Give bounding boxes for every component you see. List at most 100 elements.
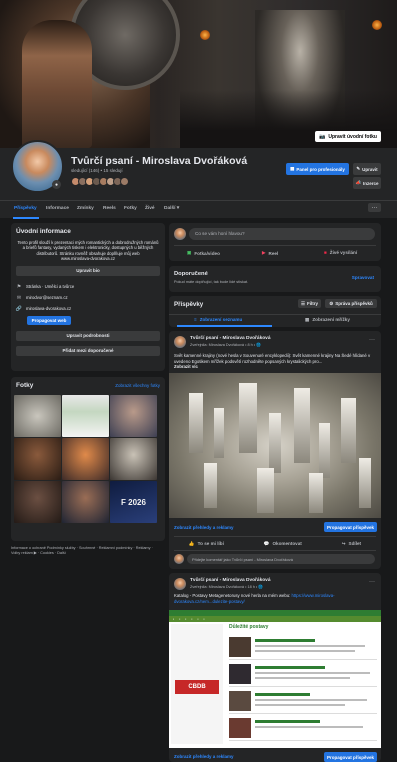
post-options-button[interactable]: ··· xyxy=(369,337,375,343)
intro-website-row: 🔗 miroslava-dvorakova.cz xyxy=(16,306,160,312)
filter-icon: ☰ xyxy=(300,300,306,306)
photo-thumbnail[interactable] xyxy=(14,395,61,437)
list-icon: ≡ xyxy=(194,317,197,322)
footer-links[interactable]: Informace o ochraně Podmínky služby · So… xyxy=(11,546,161,556)
live-label: Živé vysílání xyxy=(329,250,358,255)
cover-torch xyxy=(200,30,210,40)
list-view-label: Zobrazení seznamu xyxy=(199,317,243,322)
photo-thumbnail[interactable] xyxy=(14,481,61,523)
photos-title: Fotky xyxy=(16,382,34,389)
website-row xyxy=(229,634,377,660)
promote-label: Inzerce xyxy=(363,180,379,186)
photo-thumbnail[interactable] xyxy=(110,395,157,437)
post-image-stone-city[interactable] xyxy=(169,373,381,518)
tab-more[interactable]: Další ▾ xyxy=(164,206,179,211)
post-author[interactable]: Tvůrčí psaní - Miroslava Dvořáková xyxy=(190,336,271,341)
intro-email[interactable]: mirodvor@seznam.cz xyxy=(26,295,68,300)
filters-label: Filtry xyxy=(307,301,319,306)
post-card: Tvůrčí psaní - Miroslava Dvořáková Zveře… xyxy=(169,573,381,762)
featured-title: Doporučené xyxy=(174,271,208,277)
thumbs-up-icon: 👍 xyxy=(188,541,195,546)
photo-thumbnail[interactable] xyxy=(62,395,109,437)
post-actions: 👍 To se mi líbí 💬 Okomentovat ↪ Sdílet xyxy=(169,538,381,550)
edit-page-button[interactable]: ✎ Upravit xyxy=(353,163,381,175)
website-line xyxy=(255,639,315,642)
photo-thumbnail[interactable] xyxy=(62,438,109,480)
avatar[interactable] xyxy=(174,336,186,348)
filters-button[interactable]: ☰ Filtry xyxy=(298,299,321,308)
tab-about[interactable]: Informace xyxy=(46,206,69,211)
intro-link[interactable]: www.miroslava-dvorakova.cz xyxy=(16,256,160,261)
website-line xyxy=(255,693,310,696)
photo-thumbnail[interactable] xyxy=(14,438,61,480)
edit-page-label: Upravit xyxy=(362,166,378,172)
tab-posts[interactable]: Příspěvky xyxy=(14,206,37,211)
camera-icon[interactable]: ● xyxy=(52,180,61,189)
website-line xyxy=(255,666,325,669)
share-button[interactable]: ↪ Sdílet xyxy=(342,541,361,547)
page-tabs: Příspěvky Informace Zmínky Reels Fotky Ž… xyxy=(0,200,397,219)
intro-text: Tento profil slouží k prezentaci mých ro… xyxy=(17,240,159,256)
post-meta[interactable]: Zveřejnila: Miroslava Dvořáková • 8 h • … xyxy=(190,342,271,347)
website-thumb xyxy=(229,718,251,738)
live-button[interactable]: ■ Živé vysílání xyxy=(324,250,357,255)
professional-panel-button[interactable]: ▦ Panel pro profesionály xyxy=(286,163,349,175)
view-insights-link[interactable]: Zobrazit přehledy a reklamy xyxy=(174,754,234,759)
city-tower xyxy=(341,398,356,463)
website-line xyxy=(255,677,350,679)
avatar xyxy=(174,554,184,564)
edit-cover-button[interactable]: 📷 Upravit úvodní fotku xyxy=(315,131,381,142)
dashboard-icon: ▦ xyxy=(290,166,295,171)
website-logo: CBDB xyxy=(175,680,219,694)
more-options-button[interactable]: ··· xyxy=(368,203,381,212)
like-label: To se mi líbí xyxy=(197,541,224,546)
manage-featured-link[interactable]: Spravovat xyxy=(352,275,374,280)
professional-panel-label: Panel pro profesionály xyxy=(296,166,345,172)
comment-icon: 💬 xyxy=(263,541,270,546)
grid-view-tab[interactable]: ▦ Zobrazení mřížky xyxy=(305,317,350,323)
boost-post-button[interactable]: Propagovat příspěvek xyxy=(324,752,377,762)
post-options-button[interactable]: ··· xyxy=(369,579,375,585)
see-all-photos-link[interactable]: Zobrazit všechny fotky xyxy=(115,383,160,388)
view-insights-link[interactable]: Zobrazit přehledy a reklamy xyxy=(174,525,234,530)
link-icon: 🔗 xyxy=(15,305,23,312)
photo-thumbnail[interactable] xyxy=(110,438,157,480)
website-line xyxy=(255,650,355,652)
add-featured-button[interactable]: Přidat mezi doporučené xyxy=(16,345,160,356)
list-view-tab[interactable]: ≡ Zobrazení seznamu xyxy=(194,317,242,322)
promote-button[interactable]: 📣 Inzerce xyxy=(353,177,381,189)
boost-post-button[interactable]: Propagovat příspěvek xyxy=(324,522,377,532)
edit-details-button[interactable]: Upravit podrobnosti xyxy=(16,330,160,341)
post-image-website-screenshot[interactable]: ▪ ▪ ▪ ▪ ▪ ▪ CBDB Důležité postavy xyxy=(169,610,381,748)
tab-live[interactable]: Živé xyxy=(145,206,155,211)
post-meta[interactable]: Zveřejnila: Miroslava Dvořáková • 18 h •… xyxy=(190,584,271,589)
tab-photos[interactable]: Fotky xyxy=(124,206,137,211)
post-author[interactable]: Tvůrčí psaní - Miroslava Dvořáková xyxy=(190,578,271,583)
post-header: Tvůrčí psaní - Miroslava Dvořáková Zveře… xyxy=(174,336,271,348)
edit-bio-button[interactable]: Upravit bio xyxy=(16,265,160,276)
promote-web-button[interactable]: Propagovat web xyxy=(27,315,71,325)
intro-title: Úvodní informace xyxy=(16,228,71,235)
photo-thumbnail[interactable] xyxy=(62,481,109,523)
reel-button[interactable]: ▶ Reel xyxy=(262,250,278,256)
intro-website[interactable]: miroslava-dvorakova.cz xyxy=(26,306,71,311)
tab-mentions[interactable]: Zmínky xyxy=(77,206,94,211)
comment-input[interactable]: Přidejte komentář jako Tvůrčí psaní - Mi… xyxy=(187,554,375,564)
website-line xyxy=(255,672,370,674)
follower-avatars[interactable] xyxy=(71,177,129,186)
city-tower xyxy=(214,408,224,458)
see-more-link[interactable]: Zobrazit víc xyxy=(174,364,374,370)
avatar[interactable] xyxy=(174,578,186,590)
photo-thumbnail[interactable]: F 2026 xyxy=(110,481,157,523)
page-stats[interactable]: sledující (146) • 15 sledují xyxy=(71,168,123,173)
pencil-icon: ✎ xyxy=(356,166,361,171)
like-button[interactable]: 👍 To se mi líbí xyxy=(189,541,224,547)
comment-button[interactable]: 💬 Okomentovat xyxy=(264,541,302,547)
photo-video-label: Fotka/video xyxy=(194,250,220,256)
divider xyxy=(174,245,376,246)
photo-video-button[interactable]: ▣ Fotka/video xyxy=(187,250,220,256)
city-tower xyxy=(359,458,371,508)
tab-reels[interactable]: Reels xyxy=(103,206,116,211)
manage-posts-button[interactable]: ⚙ Správa příspěvků xyxy=(325,299,377,308)
composer-input[interactable]: Co se vám honí hlavou? xyxy=(189,228,375,240)
